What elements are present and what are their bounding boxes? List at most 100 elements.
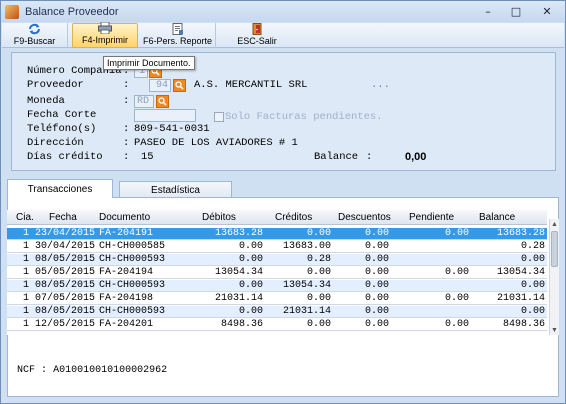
colon: : (123, 79, 130, 91)
col-header-creditos[interactable]: Créditos (275, 212, 312, 223)
cell-cia: 1 (22, 267, 29, 278)
cell-balance: 0.00 (520, 254, 545, 265)
cell-descuentos: 0.00 (364, 319, 389, 330)
cell-fecha: 08/05/2015 (35, 280, 96, 291)
close-button[interactable]: ✕ (531, 3, 563, 19)
cell-creditos: 13054.34 (282, 280, 331, 291)
window-title: Balance Proveedor (25, 5, 119, 18)
scrollbar-thumb[interactable] (551, 231, 558, 267)
cell-documento: FA-204191 (99, 228, 154, 239)
table-row[interactable]: 1 23/04/2015 FA-204191 13683.28 0.00 0.00 0.00… (7, 228, 547, 240)
cell-balance: 21031.14 (496, 293, 545, 304)
grid-header: Cia. Fecha Documento Débitos Créditos De… (7, 210, 547, 225)
balance-label: Balance (314, 151, 359, 163)
minimize-button[interactable]: – (475, 3, 501, 19)
proveedor-label: Proveedor (27, 79, 84, 91)
col-header-documento[interactable]: Documento (99, 212, 150, 223)
cell-creditos: 0.00 (306, 267, 331, 278)
tab-estadistica[interactable]: Estadística (119, 181, 232, 198)
ncf-value: A010010010100002962 (53, 365, 168, 376)
cell-debitos: 0.00 (238, 241, 263, 252)
col-header-balance[interactable]: Balance (479, 212, 515, 223)
tab-transacciones[interactable]: Transacciones (7, 179, 113, 198)
buscar-button[interactable]: F9-Buscar (2, 23, 68, 48)
scroll-up-arrow-icon[interactable]: ▲ (550, 219, 559, 229)
table-row[interactable]: 1 30/04/2015 CH-CH000585 0.00 13683.00 0.00 0.… (7, 241, 547, 253)
colon: : (366, 151, 373, 163)
moneda-label: Moneda (27, 95, 65, 107)
balance-value: 0,00 (405, 151, 427, 163)
cell-documento: FA-204198 (99, 293, 154, 304)
salir-button[interactable]: ESC-Salir (222, 23, 292, 48)
colon: : (123, 123, 130, 135)
col-header-cia[interactable]: Cia. (16, 212, 34, 223)
ncf-colon: : (41, 365, 48, 376)
col-header-descuentos[interactable]: Descuentos (338, 212, 391, 223)
cell-descuentos: 0.00 (364, 228, 389, 239)
cell-documento: CH-CH000585 (99, 241, 166, 252)
cell-documento: CH-CH000593 (99, 280, 166, 291)
moneda-field[interactable]: RD (134, 95, 154, 108)
cell-cia: 1 (22, 241, 29, 252)
proveedor-lookup-button[interactable] (173, 79, 186, 92)
solo-facturas-checkbox[interactable] (214, 112, 224, 122)
cell-descuentos: 0.00 (364, 293, 389, 304)
cell-cia: 1 (22, 280, 29, 291)
cell-documento: CH-CH000593 (99, 306, 166, 317)
col-header-debitos[interactable]: Débitos (202, 212, 236, 223)
fecha-corte-label: Fecha Corte (27, 109, 97, 121)
maximize-button[interactable]: □ (503, 3, 529, 19)
table-row[interactable]: 1 08/05/2015 CH-CH000593 0.00 13054.34 0.00 0.… (7, 280, 547, 292)
proveedor-code-field[interactable]: 94 (149, 79, 171, 92)
dias-credito-label: Días crédito (27, 151, 103, 163)
grid-vertical-scrollbar[interactable]: ▲ ▼ (549, 219, 559, 335)
report-icon (171, 23, 185, 35)
toolbar: F9-Buscar F4-Imprimir F6-Pers. Reporte E… (2, 22, 564, 48)
cell-cia: 1 (22, 293, 29, 304)
cell-debitos: 0.00 (238, 306, 263, 317)
table-row[interactable]: 1 12/05/2015 FA-204201 8498.36 0.00 0.00 0.00 8… (7, 319, 547, 331)
telefono-value: 809-541-0031 (134, 123, 210, 135)
cell-creditos: 13683.00 (282, 241, 331, 252)
transacciones-grid: Cia. Fecha Documento Débitos Créditos De… (7, 210, 553, 335)
cell-fecha: 12/05/2015 (35, 319, 96, 330)
table-row[interactable]: 1 08/05/2015 CH-CH000593 0.00 21031.14 0.00 0.… (7, 306, 547, 318)
cell-balance: 13683.28 (496, 228, 545, 239)
cell-debitos: 13683.28 (214, 228, 263, 239)
col-header-pendiente[interactable]: Pendiente (409, 212, 454, 223)
table-row[interactable]: 1 05/05/2015 FA-204194 13054.34 0.00 0.00 0.00… (7, 267, 547, 279)
proveedor-ellipsis: ... (371, 79, 390, 91)
pers-reporte-button[interactable]: F6-Pers. Reporte (140, 23, 216, 48)
scroll-down-arrow-icon[interactable]: ▼ (550, 325, 559, 335)
salir-label: ESC-Salir (237, 36, 277, 46)
cell-cia: 1 (22, 254, 29, 265)
print-icon (98, 22, 112, 34)
cell-cia: 1 (22, 228, 29, 239)
direccion-value: PASEO DE LOS AVIADORES # 1 (134, 137, 298, 149)
col-header-fecha[interactable]: Fecha (49, 212, 77, 223)
cell-balance: 8498.36 (502, 319, 545, 330)
table-row[interactable]: 1 08/05/2015 CH-CH000593 0.00 0.28 0.00 0.00 (7, 254, 547, 266)
ncf-line: NCF : A010010010100002962 (17, 365, 167, 376)
cell-creditos: 0.28 (306, 254, 331, 265)
cell-fecha: 08/05/2015 (35, 254, 96, 265)
cell-creditos: 0.00 (306, 293, 331, 304)
refresh-icon (28, 23, 42, 35)
buscar-label: F9-Buscar (13, 36, 56, 46)
search-icon (175, 81, 184, 90)
fecha-corte-field[interactable] (134, 109, 196, 122)
cell-documento: FA-204201 (99, 319, 154, 330)
cell-descuentos: 0.00 (364, 254, 389, 265)
cell-fecha: 07/05/2015 (35, 293, 96, 304)
cell-debitos: 21031.14 (214, 293, 263, 304)
cell-balance: 0.00 (520, 280, 545, 291)
cell-creditos: 21031.14 (282, 306, 331, 317)
moneda-lookup-button[interactable] (156, 95, 169, 108)
search-icon (158, 97, 167, 106)
cell-creditos: 0.00 (306, 228, 331, 239)
table-row[interactable]: 1 07/05/2015 FA-204198 21031.14 0.00 0.00 0.00… (7, 293, 547, 305)
window-controls: – □ ✕ (475, 3, 563, 19)
cell-fecha: 30/04/2015 (35, 241, 96, 252)
cell-balance: 13054.34 (496, 267, 545, 278)
imprimir-button[interactable]: F4-Imprimir (72, 22, 138, 48)
